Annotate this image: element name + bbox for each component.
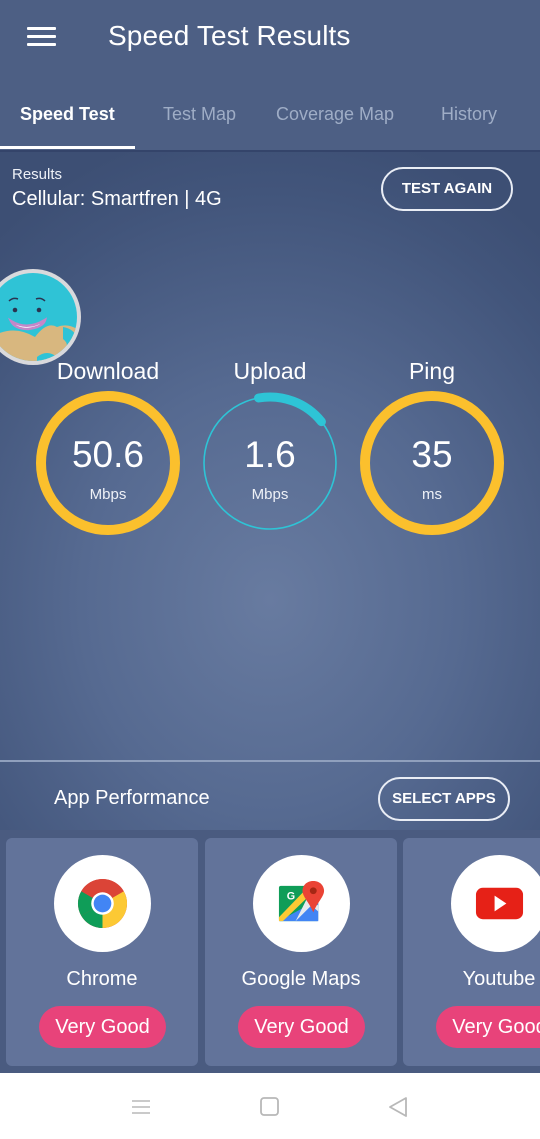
rating-badge: Very Good	[238, 1006, 365, 1048]
app-icon-container	[451, 855, 540, 952]
app-cards-carousel[interactable]: Chrome Very Good G Google Maps Very Good	[0, 830, 540, 1073]
app-card-google-maps[interactable]: G Google Maps Very Good	[205, 838, 397, 1066]
header-divider	[0, 150, 540, 152]
upload-label: Upload	[233, 358, 307, 384]
svg-text:G: G	[287, 891, 295, 903]
tab-history[interactable]: History	[441, 104, 497, 125]
app-header: Speed Test Results Speed Test Test Map C…	[0, 0, 540, 150]
results-label: Results	[12, 166, 63, 183]
back-icon[interactable]	[386, 1095, 410, 1119]
app-name: Google Maps	[241, 968, 361, 990]
upload-gauge-arc	[254, 392, 326, 427]
speed-test-screen: Speed Test Results Speed Test Test Map C…	[0, 0, 540, 1073]
app-card-chrome[interactable]: Chrome Very Good	[6, 838, 198, 1066]
active-tab-indicator	[0, 146, 135, 149]
recent-apps-icon[interactable]	[129, 1095, 153, 1119]
youtube-icon	[475, 887, 524, 920]
section-divider	[0, 760, 540, 762]
upload-unit: Mbps	[251, 486, 289, 503]
app-performance-title: App Performance	[54, 787, 210, 809]
app-name: Chrome	[66, 968, 138, 990]
select-apps-button[interactable]: SELECT APPS	[378, 777, 510, 821]
tab-bar: Speed Test Test Map Coverage Map History	[0, 96, 540, 150]
app-icon-container	[54, 855, 151, 952]
download-label: Download	[56, 358, 160, 384]
test-again-button[interactable]: TEST AGAIN	[381, 167, 513, 211]
network-info: Cellular: Smartfren | 4G	[12, 188, 222, 210]
tab-coverage-map[interactable]: Coverage Map	[276, 104, 394, 125]
ping-unit: ms	[422, 486, 442, 503]
chrome-icon	[77, 878, 128, 929]
smiling-globe-mascot-icon	[0, 269, 81, 365]
tab-speed-test[interactable]: Speed Test	[20, 104, 115, 125]
rating-badge: Very Good	[39, 1006, 166, 1048]
google-maps-icon: G	[278, 880, 325, 922]
hamburger-menu-icon[interactable]	[27, 26, 57, 48]
ping-value: 35	[411, 434, 453, 475]
app-card-youtube[interactable]: Youtube Very Good	[403, 838, 540, 1066]
upload-value: 1.6	[244, 434, 296, 475]
tab-test-map[interactable]: Test Map	[163, 104, 236, 125]
system-navigation-bar	[0, 1073, 540, 1139]
page-title: Speed Test Results	[108, 20, 351, 51]
ping-label: Ping	[408, 358, 456, 384]
download-unit: Mbps	[89, 486, 127, 503]
rating-badge: Very Good	[436, 1006, 540, 1048]
download-value: 50.6	[71, 434, 144, 475]
app-icon-container: G	[253, 855, 350, 952]
home-icon[interactable]	[258, 1095, 282, 1119]
app-name: Youtube	[462, 968, 536, 990]
